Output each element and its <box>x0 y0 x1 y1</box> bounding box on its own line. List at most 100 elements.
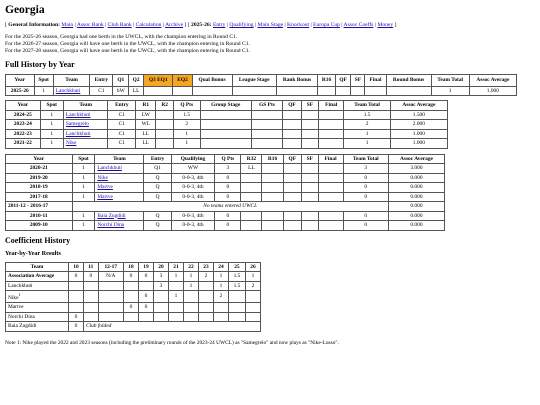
footnote: Note 1: Nike played the 2022 and 2023 se… <box>5 339 339 346</box>
nav-link-main[interactable]: Main <box>61 22 73 28</box>
table-cell: 1 <box>343 128 391 139</box>
team-link[interactable]: Nike <box>97 175 107 181</box>
table-cell <box>317 138 345 149</box>
table-cell: C1 <box>89 85 114 96</box>
table-cell <box>122 311 139 323</box>
table-cell: LL <box>128 85 144 96</box>
team-link[interactable]: Martve <box>97 184 113 190</box>
table-cell: 2019-20 <box>5 172 73 183</box>
table-cell: 1.000 <box>468 85 518 96</box>
table-cell: 2 <box>343 119 391 130</box>
column-header: Team Total <box>343 100 391 111</box>
table-cell: 3 <box>152 280 169 291</box>
nav-link-club-rank[interactable]: Club Rank <box>108 22 132 28</box>
table-cell: 2021-22 <box>5 138 41 149</box>
team-link[interactable]: Lanchkhuti <box>97 165 122 171</box>
table-cell: 0 <box>214 220 242 231</box>
table-cell <box>250 119 284 130</box>
nav-link-entry[interactable]: Entry <box>213 22 225 28</box>
table-cell <box>334 85 352 96</box>
year-by-year-table: Team 10 11 12-17 18 19 20 21 22 23 24 25 26 Associat… <box>5 261 262 332</box>
team-link[interactable]: Norchi Dina <box>97 222 124 228</box>
nav-link-assoc-coeffs[interactable]: Assoc Coeffs <box>344 22 374 28</box>
table-cell: 0 <box>137 289 154 304</box>
table-row: Martve 0 0 <box>5 302 262 313</box>
column-header: Qual Bonus <box>191 74 233 87</box>
table-cell: 2010-11 <box>5 210 73 221</box>
table-cell: Martve <box>94 182 145 193</box>
column-header: Year <box>5 153 73 164</box>
nav-link-qualifying[interactable]: Qualifying <box>229 22 253 28</box>
column-header: GS Pts <box>250 100 284 111</box>
team-link[interactable]: Baia Zugdidi <box>97 213 125 219</box>
table-cell <box>83 311 99 323</box>
table-cell: 1 <box>172 138 201 149</box>
table-cell: 2017-18 <box>5 191 73 202</box>
nav-link-main-stage[interactable]: Main Stage <box>257 22 283 28</box>
table-cell <box>227 311 246 323</box>
team-link[interactable]: Lanchkhuti <box>66 131 91 137</box>
table-cell <box>182 302 199 313</box>
team-link[interactable]: Martve <box>97 194 113 200</box>
table-cell: 1 <box>39 119 64 130</box>
table-cell <box>142 85 174 96</box>
nav-link-calculation[interactable]: Calculation <box>136 22 162 28</box>
table-cell: Norchi Dina <box>94 220 145 231</box>
table-cell <box>282 128 302 139</box>
nav-link-assoc-rank[interactable]: Assoc Rank <box>77 22 104 28</box>
table-cell <box>122 289 139 304</box>
column-header: R1 <box>135 100 157 111</box>
table-cell <box>231 85 277 96</box>
table-cell: 1 <box>39 138 64 149</box>
table-cell: bW <box>112 85 130 96</box>
team-name: Martve <box>8 304 24 311</box>
nav-link-europa-cup[interactable]: Europa Cup <box>313 22 340 28</box>
table-row: 2022-23 1 Lanchkhuti C1 LL 1 1 1.000 <box>5 128 449 139</box>
nav-link-money[interactable]: Money <box>377 22 393 28</box>
table-cell: 1 <box>172 128 201 139</box>
team-link[interactable]: Nike <box>66 140 76 146</box>
table-cell: 1 <box>71 220 96 231</box>
table-cell <box>199 109 252 120</box>
table-cell <box>199 138 252 149</box>
table-cell <box>300 119 319 130</box>
table-cell <box>317 220 344 231</box>
table-cell: Q <box>143 191 172 202</box>
table-cell: 2 <box>244 280 262 291</box>
table-cell: 1.500 <box>389 109 449 120</box>
table-cell <box>282 119 302 130</box>
table-cell <box>122 280 139 291</box>
berth-note-2027: For the 2027-28 season, Georgia will hav… <box>5 48 250 54</box>
nav-link-knockout[interactable]: Knockout <box>287 22 309 28</box>
column-header: 19 <box>137 261 154 272</box>
column-header: Assoc Average <box>387 153 446 164</box>
team-link[interactable]: Lanchkhuti <box>56 88 81 94</box>
team-link[interactable]: Samegrelo <box>66 121 89 127</box>
team-link[interactable]: Lanchkhuti <box>66 112 91 118</box>
table-cell <box>317 210 344 221</box>
table-cell: 2020-21 <box>5 163 73 174</box>
table-cell: 0 <box>137 271 154 282</box>
table-cell: 0-0-3, 4th <box>170 172 216 183</box>
table-cell <box>83 289 99 304</box>
table-cell <box>261 172 284 183</box>
table-cell: 2024-25 <box>5 109 41 120</box>
table-cell: 1 <box>71 163 96 174</box>
table-cell <box>197 302 214 313</box>
table-cell: 0 <box>342 220 389 231</box>
table-cell <box>364 85 387 96</box>
nav-link-archive[interactable]: Archive <box>165 22 183 28</box>
table-cell <box>244 302 262 313</box>
table-cell: 3 <box>152 271 169 282</box>
table-cell: 3 <box>342 163 389 174</box>
column-header: Team <box>62 100 109 111</box>
column-header: Team <box>52 74 91 87</box>
column-header: SF <box>350 74 366 87</box>
table-cell: Baia Zugdidi <box>94 210 145 221</box>
table-cell <box>350 85 366 96</box>
table-cell <box>240 182 263 193</box>
column-header: Q Pts <box>214 153 242 164</box>
table-cell <box>317 172 344 183</box>
table-cell <box>317 109 345 120</box>
table-row: Lanchkhuti 3 1 1 1.5 2 <box>5 280 262 291</box>
